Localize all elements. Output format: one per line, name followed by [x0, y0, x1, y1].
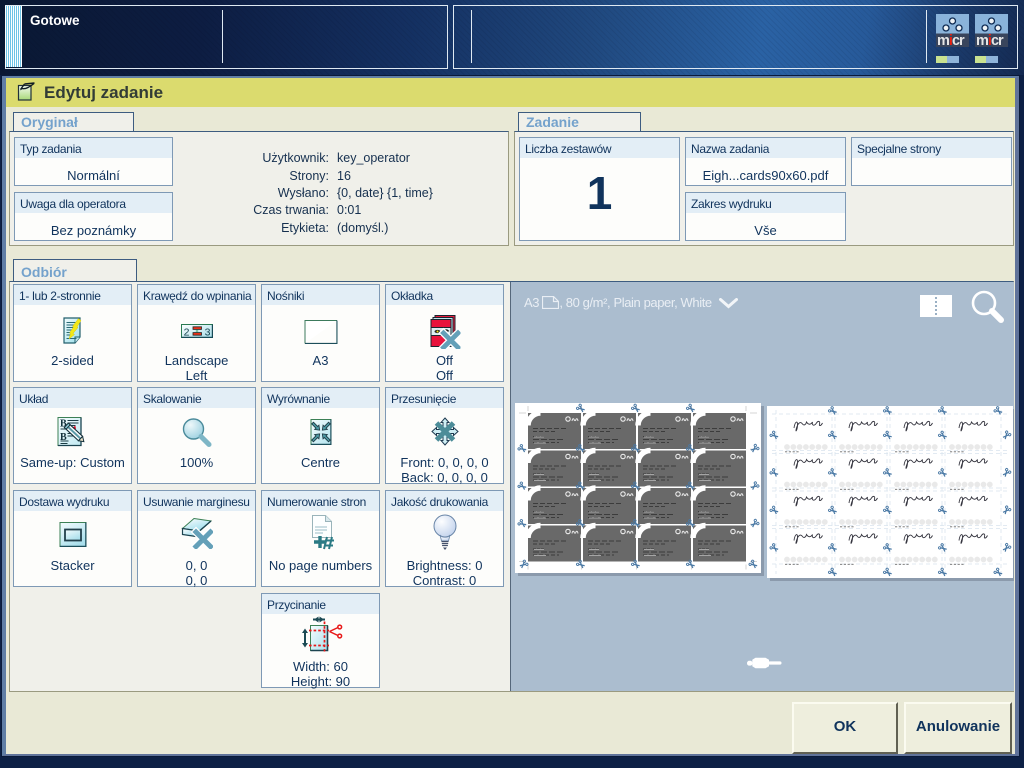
svg-text:3: 3 — [204, 326, 210, 338]
svg-text:2: 2 — [183, 326, 189, 338]
